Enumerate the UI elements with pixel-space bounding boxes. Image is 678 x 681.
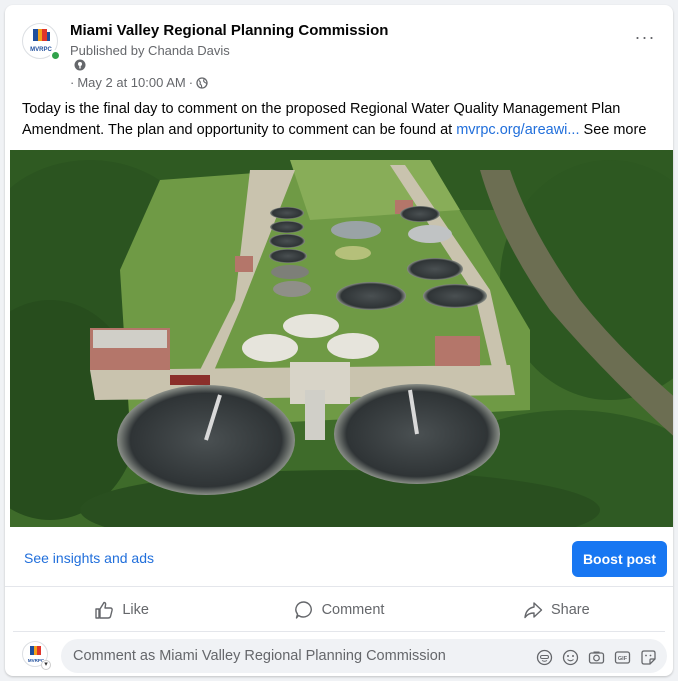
published-by[interactable]: Published by Chanda Davis — [70, 43, 230, 58]
comment-composer: MVRPC ▾ Comment as Miami Valley Regional… — [5, 633, 673, 676]
like-button[interactable]: Like — [13, 588, 230, 631]
post-photo[interactable] — [10, 150, 673, 527]
boost-post-button[interactable]: Boost post — [572, 541, 667, 577]
gif-icon[interactable]: GIF — [614, 649, 631, 666]
avatar-sticker-icon[interactable] — [536, 649, 553, 666]
post-header: MVRPC Miami Valley Regional Planning Com… — [5, 5, 673, 97]
post-body: Today is the final day to comment on the… — [22, 99, 673, 141]
svg-text:GIF: GIF — [618, 656, 628, 662]
post-meta: · May 2 at 10:00 AM · — [70, 75, 208, 90]
see-insights-link[interactable]: See insights and ads — [24, 550, 154, 566]
emoji-icon[interactable] — [562, 649, 579, 666]
share-label: Share — [550, 601, 590, 618]
like-label: Like — [122, 601, 149, 618]
meta-dot-separator: · — [188, 75, 194, 90]
insights-row: See insights and ads Boost post — [5, 529, 673, 587]
see-more-link[interactable]: See more — [580, 122, 647, 138]
wastewater-plant-aerial-image — [10, 150, 673, 527]
comment-placeholder: Comment as Miami Valley Regional Plannin… — [73, 648, 446, 664]
chevron-down-icon[interactable]: ▾ — [41, 660, 51, 670]
share-arrow-icon — [524, 601, 543, 618]
post-actions: Like Comment Share — [13, 588, 665, 632]
comment-button[interactable]: Comment — [230, 588, 447, 631]
svg-text:MVRPC: MVRPC — [30, 47, 52, 53]
globe-icon[interactable] — [196, 76, 208, 89]
location-pin-icon — [74, 59, 86, 71]
comment-bubble-icon — [294, 600, 312, 619]
sticker-icon[interactable] — [640, 649, 657, 666]
camera-icon[interactable] — [588, 649, 605, 666]
post-link[interactable]: mvrpc.org/areawi... — [456, 122, 579, 138]
thumbs-up-icon — [95, 601, 114, 619]
comment-label: Comment — [321, 601, 385, 618]
meta-dot-prefix: · — [70, 75, 75, 90]
share-button[interactable]: Share — [448, 588, 665, 631]
post-card: MVRPC Miami Valley Regional Planning Com… — [5, 5, 673, 676]
online-status-dot — [50, 50, 61, 61]
composer-icons: GIF — [536, 649, 657, 666]
post-date[interactable]: May 2 at 10:00 AM — [77, 75, 185, 90]
more-options-button[interactable]: ··· — [631, 27, 659, 47]
page-name[interactable]: Miami Valley Regional Planning Commissio… — [70, 22, 388, 39]
